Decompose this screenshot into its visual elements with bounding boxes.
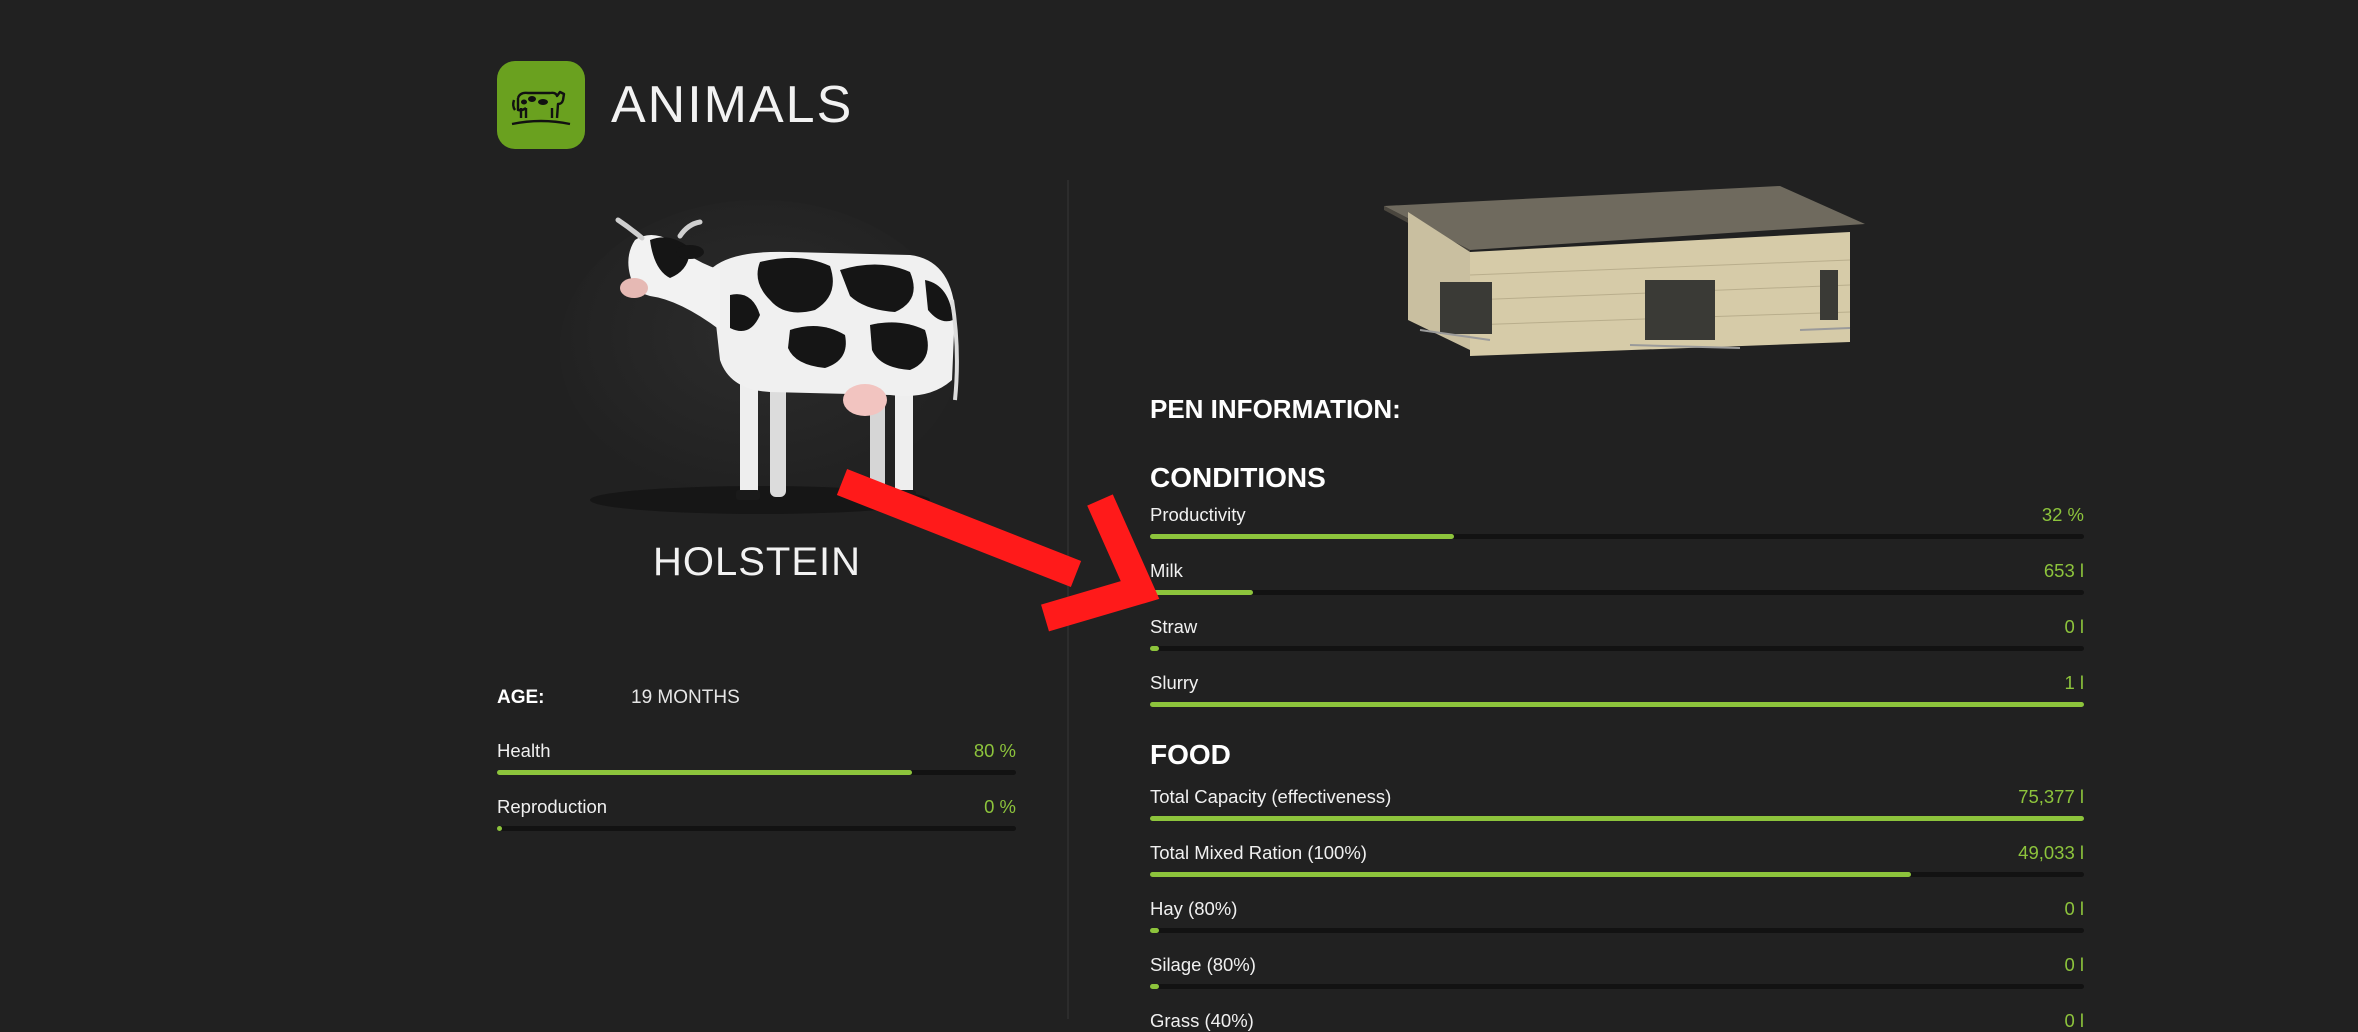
stat-label: Slurry bbox=[1150, 672, 1199, 693]
food-heading: FOOD bbox=[1150, 739, 1231, 770]
stat-health: Health 80 % bbox=[497, 740, 1016, 775]
progress-track bbox=[1150, 984, 2084, 989]
progress-fill bbox=[1150, 702, 2084, 707]
stat-label: Milk bbox=[1150, 560, 1183, 581]
stat-value: 653 l bbox=[2043, 560, 2084, 581]
progress-fill bbox=[1150, 646, 1160, 651]
age-row: AGE: 19 MONTHS bbox=[497, 687, 740, 709]
stat-label: Total Capacity (effectiveness) bbox=[1150, 786, 1392, 807]
page-title: ANIMALS bbox=[611, 76, 854, 134]
condition-productivity: Productivity 32 % bbox=[1150, 504, 2084, 539]
progress-fill bbox=[1150, 984, 1160, 989]
progress-fill bbox=[1150, 928, 1160, 933]
progress-fill bbox=[1150, 590, 1253, 595]
stat-reproduction: Reproduction 0 % bbox=[497, 796, 1016, 831]
holstein-cow-image bbox=[530, 200, 990, 530]
stat-label: Grass (40%) bbox=[1150, 1010, 1254, 1031]
food-silage: Silage (80%) 0 l bbox=[1150, 954, 2084, 989]
stat-label: Health bbox=[497, 740, 551, 761]
progress-track bbox=[1150, 590, 2084, 595]
animal-name: HOLSTEIN bbox=[652, 540, 862, 584]
progress-fill bbox=[1150, 816, 2084, 821]
progress-track bbox=[1150, 702, 2084, 707]
condition-straw: Straw 0 l bbox=[1150, 616, 2084, 651]
stat-label: Reproduction bbox=[497, 796, 608, 817]
pen-information-heading: PEN INFORMATION: bbox=[1150, 394, 1401, 424]
food-total-mixed-ration: Total Mixed Ration (100%) 49,033 l bbox=[1150, 842, 2084, 877]
pen-building-image bbox=[1380, 180, 1870, 360]
progress-track bbox=[1150, 816, 2084, 821]
progress-track bbox=[497, 826, 1016, 831]
progress-fill bbox=[1150, 534, 1454, 539]
stat-value: 49,033 l bbox=[2018, 842, 2084, 863]
progress-track bbox=[1150, 928, 2084, 933]
conditions-heading: CONDITIONS bbox=[1150, 462, 1326, 493]
stat-label: Total Mixed Ration (100%) bbox=[1150, 842, 1367, 863]
food-hay: Hay (80%) 0 l bbox=[1150, 898, 2084, 933]
stat-value: 1 l bbox=[2064, 672, 2084, 693]
progress-fill bbox=[1150, 872, 1912, 877]
condition-milk: Milk 653 l bbox=[1150, 560, 2084, 595]
age-value: 19 MONTHS bbox=[631, 687, 740, 708]
stat-value: 0 l bbox=[2064, 954, 2084, 975]
progress-track bbox=[1150, 534, 2084, 539]
food-grass: Grass (40%) 0 l bbox=[1150, 1010, 2084, 1032]
food-total-capacity: Total Capacity (effectiveness) 75,377 l bbox=[1150, 786, 2084, 821]
progress-track bbox=[1150, 646, 2084, 651]
cow-icon bbox=[497, 61, 585, 149]
page-header: ANIMALS bbox=[497, 61, 853, 149]
column-divider bbox=[1067, 180, 1069, 1019]
stat-value: 80 % bbox=[973, 740, 1016, 761]
stat-value: 0 l bbox=[2064, 616, 2084, 637]
stat-value: 32 % bbox=[2041, 504, 2084, 525]
age-label: AGE: bbox=[497, 687, 545, 708]
stat-value: 0 l bbox=[2064, 1010, 2084, 1031]
progress-fill bbox=[497, 826, 503, 831]
progress-fill bbox=[497, 770, 913, 775]
stat-label: Silage (80%) bbox=[1150, 954, 1256, 975]
stat-label: Hay (80%) bbox=[1150, 898, 1238, 919]
stat-value: 0 % bbox=[984, 796, 1016, 817]
stat-value: 75,377 l bbox=[2018, 786, 2084, 807]
progress-track bbox=[497, 770, 1016, 775]
stat-label: Straw bbox=[1150, 616, 1198, 637]
stat-label: Productivity bbox=[1150, 504, 1246, 525]
stat-value: 0 l bbox=[2064, 898, 2084, 919]
condition-slurry: Slurry 1 l bbox=[1150, 672, 2084, 707]
progress-track bbox=[1150, 872, 2084, 877]
